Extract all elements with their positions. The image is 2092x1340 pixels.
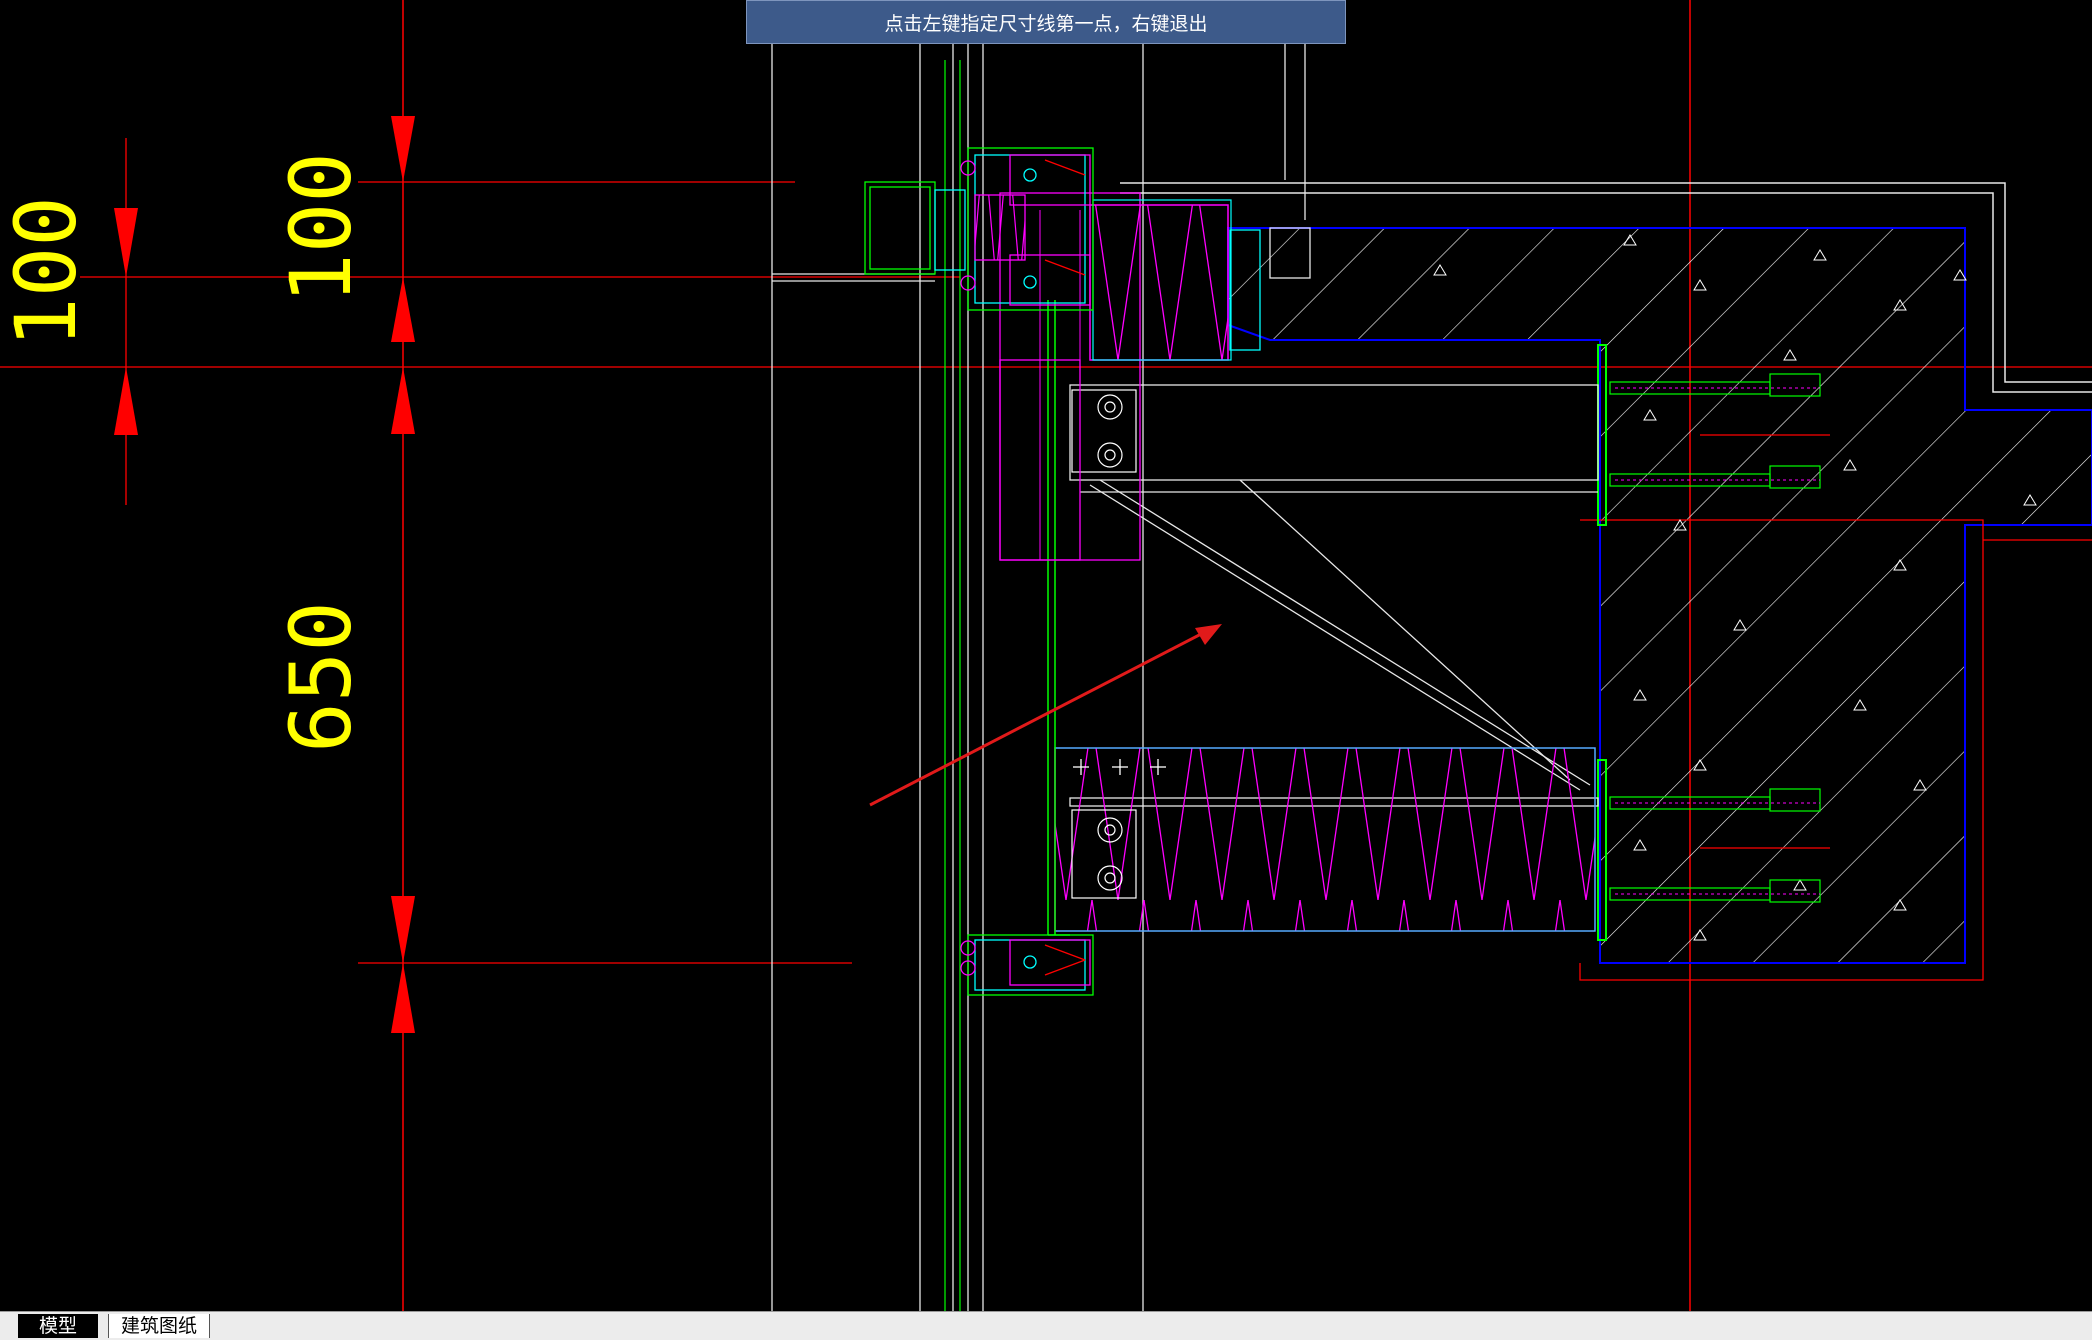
command-prompt-text: 点击左键指定尺寸线第一点，右键退出: [884, 12, 1208, 35]
dimension-text-650: 650: [272, 601, 370, 753]
dimension-text-100-left: 100: [0, 196, 95, 348]
tab-model[interactable]: 模型: [18, 1314, 98, 1338]
dimension-text-100: 100: [272, 152, 370, 304]
transom-bottom: [960, 934, 1094, 996]
curtain-wall-verticals: [771, 0, 1306, 1311]
axis-lines: [402, 0, 1691, 1311]
cad-drawing-canvas[interactable]: 100 100 650: [0, 0, 2092, 1311]
insulation-top: [999, 192, 1232, 561]
steel-bracket: [1069, 384, 1599, 807]
layout-tab-bar: 模型 建筑图纸: [0, 1311, 2092, 1340]
command-prompt-banner: 点击左键指定尺寸线第一点，右键退出: [746, 0, 1346, 44]
tab-architectural-drawing[interactable]: 建筑图纸: [108, 1314, 210, 1338]
transom-top: [864, 147, 1311, 561]
